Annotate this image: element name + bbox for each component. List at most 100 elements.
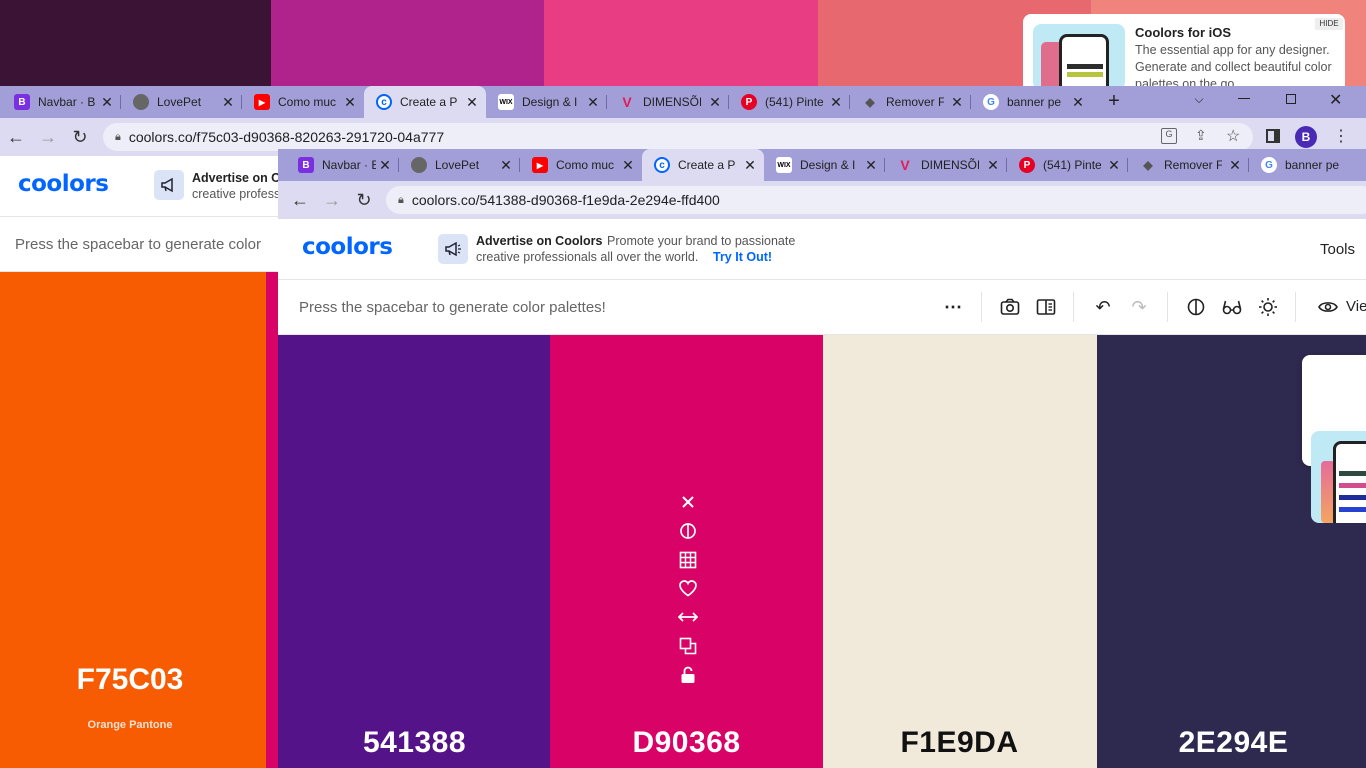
profile-avatar[interactable]: B bbox=[1295, 126, 1317, 148]
close-icon[interactable]: ✕ bbox=[1227, 157, 1243, 173]
tab-remover[interactable]: ◆ Remover F ✕ bbox=[1128, 149, 1249, 181]
undo-icon[interactable]: ↶ bbox=[1092, 296, 1114, 318]
close-icon[interactable]: ✕ bbox=[985, 157, 1001, 173]
unlock-icon[interactable] bbox=[677, 664, 699, 686]
close-icon[interactable]: ✕ bbox=[464, 94, 480, 110]
toolbar-divider bbox=[981, 292, 982, 322]
close-icon[interactable] bbox=[677, 491, 699, 513]
bg-coolors-logo[interactable]: coolors bbox=[18, 171, 109, 197]
pinterest-icon: P bbox=[741, 94, 757, 110]
advertise-text-line-1: Promote your brand to passionate bbox=[607, 234, 796, 248]
front-omnibox[interactable]: 🔒︎ coolors.co/541388-d90368-f1e9da-2e294… bbox=[386, 186, 1366, 214]
contrast-icon[interactable] bbox=[1185, 296, 1207, 318]
close-icon[interactable]: ✕ bbox=[949, 94, 965, 110]
drag-icon[interactable] bbox=[677, 606, 699, 628]
close-icon[interactable]: ✕ bbox=[220, 94, 236, 110]
front-tab-strip: B Navbar · B ✕ LovePet ✕ ▶ Como muc ✕ c … bbox=[278, 149, 1366, 181]
copy-icon[interactable] bbox=[677, 635, 699, 657]
reload-icon[interactable]: ↻ bbox=[350, 186, 378, 214]
forward-icon[interactable]: → bbox=[318, 186, 346, 214]
hex-code-2e294e[interactable]: 2E294E bbox=[1097, 726, 1366, 760]
side-panel-icon[interactable] bbox=[1266, 129, 1280, 143]
close-icon[interactable]: ✕ bbox=[620, 157, 636, 173]
color-blindness-glasses-icon[interactable] bbox=[1221, 296, 1243, 318]
close-icon[interactable]: ✕ bbox=[1070, 94, 1086, 110]
bg-color-name: Orange Pantone bbox=[87, 719, 173, 731]
tools-menu[interactable]: Tools bbox=[1320, 241, 1355, 258]
lock-icon: 🔒︎ bbox=[115, 130, 121, 143]
advertise-text-line-2: creative professionals all over the worl… bbox=[476, 250, 699, 264]
translate-icon[interactable]: G bbox=[1161, 128, 1177, 144]
tab-search-icon[interactable]: ⌵ bbox=[1189, 92, 1209, 110]
tab-wix[interactable]: WIX Design & I ✕ bbox=[764, 149, 885, 181]
close-icon[interactable]: ✕ bbox=[863, 157, 879, 173]
tab-pinterest[interactable]: P (541) Pinte ✕ bbox=[1007, 149, 1128, 181]
bg-tab-coolors[interactable]: c Create a Pa ✕ bbox=[364, 86, 486, 118]
close-icon[interactable]: ✕ bbox=[585, 94, 601, 110]
tab-lovepet[interactable]: LovePet ✕ bbox=[399, 149, 520, 181]
try-it-out-link[interactable]: Try It Out! bbox=[713, 250, 772, 264]
close-icon[interactable]: ✕ bbox=[498, 157, 514, 173]
new-tab-icon[interactable]: + bbox=[1103, 90, 1125, 112]
bg-tab-lovepet[interactable]: LovePet ✕ bbox=[121, 86, 242, 118]
hex-code-f1e9da[interactable]: F1E9DA bbox=[823, 726, 1096, 760]
toolbar-divider bbox=[1295, 292, 1296, 322]
close-icon[interactable]: ✕ bbox=[99, 94, 115, 110]
minimize-icon[interactable] bbox=[1238, 98, 1250, 99]
color-column-541388[interactable] bbox=[278, 335, 550, 768]
back-icon[interactable]: ← bbox=[2, 123, 30, 151]
tab-navbar[interactable]: B Navbar · B ✕ bbox=[278, 149, 399, 181]
ios-ad-hide-button[interactable]: HIDE bbox=[1315, 18, 1343, 30]
bg-tab-navbar[interactable]: B Navbar · B ✕ bbox=[0, 86, 121, 118]
menu-kebab-icon[interactable]: ⋮ bbox=[1333, 126, 1349, 146]
youtube-icon: ▶ bbox=[254, 94, 270, 110]
split-view-icon[interactable] bbox=[1035, 296, 1057, 318]
forward-icon[interactable]: → bbox=[34, 123, 62, 151]
more-options-icon[interactable]: ⋯ bbox=[942, 296, 964, 318]
bookmark-star-icon[interactable]: ☆ bbox=[1226, 126, 1240, 146]
background-tab-strip: B Navbar · B ✕ LovePet ✕ ▶ Como muc ✕ c … bbox=[0, 86, 1366, 118]
bg-tab-remover[interactable]: ◆ Remover F ✕ bbox=[850, 86, 971, 118]
bootstrap-icon: B bbox=[298, 157, 314, 173]
globe-icon bbox=[411, 157, 427, 173]
bg-color-3 bbox=[544, 0, 818, 86]
shades-grid-icon[interactable] bbox=[677, 549, 699, 571]
bg-tab-vtex[interactable]: V DIMENSÕE ✕ bbox=[607, 86, 729, 118]
bg-omnibox[interactable]: 🔒︎ coolors.co/f75c03-d90368-820263-29172… bbox=[103, 123, 1253, 151]
brightness-icon[interactable] bbox=[1257, 296, 1279, 318]
close-window-icon[interactable]: ✕ bbox=[1329, 90, 1345, 109]
bg-tab-youtube[interactable]: ▶ Como muc ✕ bbox=[242, 86, 364, 118]
close-icon[interactable]: ✕ bbox=[342, 94, 358, 110]
close-icon[interactable]: ✕ bbox=[1106, 157, 1122, 173]
back-icon[interactable]: ← bbox=[286, 186, 314, 214]
tab-coolors[interactable]: c Create a Pa ✕ bbox=[642, 149, 764, 181]
heart-icon[interactable] bbox=[677, 577, 699, 599]
pinterest-icon: P bbox=[1019, 157, 1035, 173]
coolors-logo[interactable]: coolors bbox=[302, 234, 393, 260]
vtex-icon: V bbox=[622, 94, 632, 110]
tab-google[interactable]: G banner pe bbox=[1249, 149, 1366, 181]
toolbar-divider bbox=[1167, 292, 1168, 322]
restore-icon[interactable] bbox=[1286, 94, 1296, 104]
view-button[interactable]: View bbox=[1318, 298, 1366, 315]
reload-icon[interactable]: ↻ bbox=[66, 123, 94, 151]
close-icon[interactable]: ✕ bbox=[377, 157, 393, 173]
bg-tab-pinterest[interactable]: P (541) Pinte ✕ bbox=[729, 86, 850, 118]
close-icon[interactable]: ✕ bbox=[707, 94, 723, 110]
share-icon[interactable]: ⇪ bbox=[1195, 127, 1207, 144]
hex-code-d90368[interactable]: D90368 bbox=[550, 726, 823, 760]
toolbar-divider bbox=[1073, 292, 1074, 322]
bg-tab-google[interactable]: G banner pe ✕ bbox=[971, 86, 1092, 118]
hex-code-541388[interactable]: 541388 bbox=[278, 726, 551, 760]
tab-vtex[interactable]: V DIMENSÕE ✕ bbox=[885, 149, 1007, 181]
contrast-icon[interactable] bbox=[677, 520, 699, 542]
close-icon[interactable]: ✕ bbox=[742, 157, 758, 173]
close-icon[interactable]: ✕ bbox=[828, 94, 844, 110]
color-column-f1e9da[interactable] bbox=[823, 335, 1097, 768]
bg-hex-code[interactable]: F75C03 bbox=[0, 663, 260, 697]
bg-advertise-title: Advertise on C bbox=[192, 171, 281, 185]
redo-icon[interactable]: ↷ bbox=[1128, 296, 1150, 318]
bg-tab-wix[interactable]: WIX Design & I ✕ bbox=[486, 86, 607, 118]
tab-youtube[interactable]: ▶ Como muc ✕ bbox=[520, 149, 642, 181]
camera-icon[interactable] bbox=[999, 296, 1021, 318]
